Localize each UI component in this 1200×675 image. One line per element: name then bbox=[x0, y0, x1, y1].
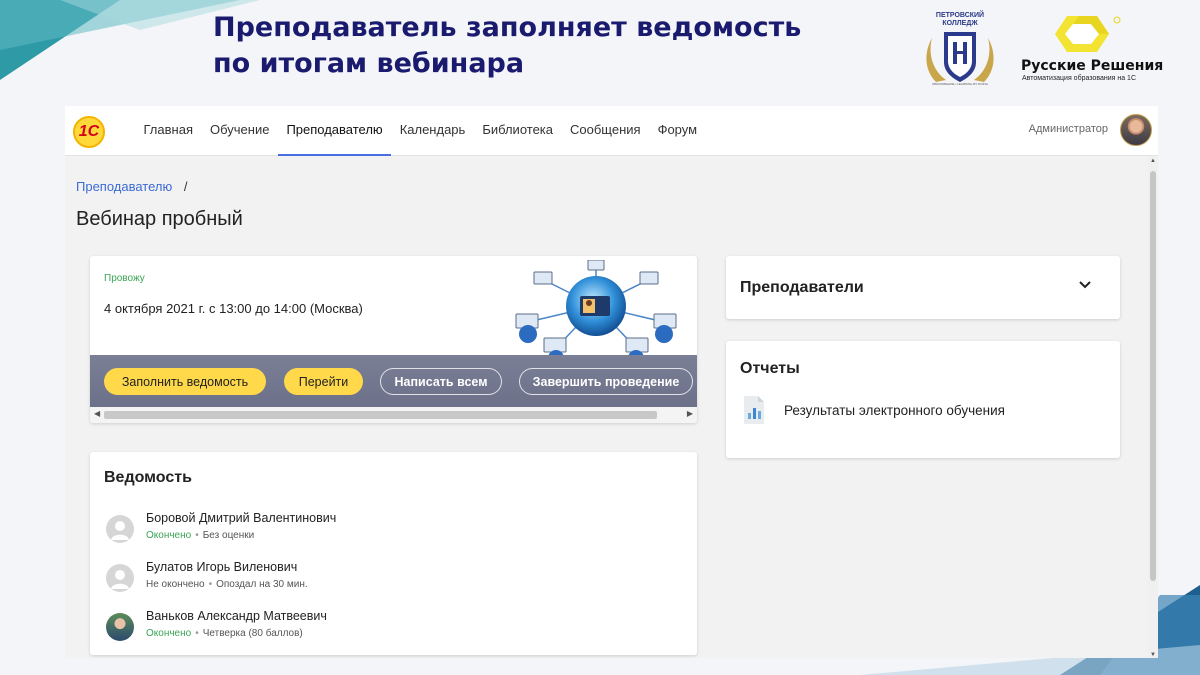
horizontal-scrollbar[interactable]: ◀ ▶ bbox=[90, 407, 697, 423]
event-status: Провожу bbox=[104, 273, 145, 284]
reports-title: Отчеты bbox=[740, 360, 800, 377]
top-navigation-bar: 1С Главная Обучение Преподавателю Календ… bbox=[65, 106, 1158, 156]
vertical-scrollbar[interactable]: ▲ ▼ bbox=[1148, 156, 1158, 658]
report-label: Результаты электронного обучения bbox=[784, 402, 1005, 418]
partner-logo: Русские Решения Автоматизация образовани… bbox=[1015, 12, 1165, 92]
slide-title-line-2: по итогам вебинара bbox=[213, 48, 525, 79]
nav-item-teacher[interactable]: Преподавателю bbox=[277, 106, 392, 156]
student-row[interactable]: Ваньков Александр Матвеевич Окончено • Чет… bbox=[106, 605, 666, 645]
fill-sheet-button[interactable]: Заполнить ведомость bbox=[104, 368, 266, 395]
college-motto: ОБРАЗОВАНИЕ • LEARNING BY DOING bbox=[932, 82, 988, 86]
nav-item-library[interactable]: Библиотека bbox=[474, 106, 562, 156]
app-window: 1С Главная Обучение Преподавателю Календ… bbox=[65, 106, 1158, 658]
avatar-placeholder-icon bbox=[106, 515, 134, 543]
scroll-down-icon[interactable]: ▼ bbox=[1148, 652, 1158, 658]
finish-event-button[interactable]: Завершить проведение bbox=[519, 368, 693, 395]
user-avatar[interactable] bbox=[1120, 114, 1152, 146]
partner-logo-icon bbox=[1055, 16, 1121, 52]
scroll-up-icon[interactable]: ▲ bbox=[1148, 158, 1158, 164]
breadcrumb: Преподавателю / bbox=[76, 179, 188, 194]
student-row[interactable]: Булатов Игорь Виленович Не окончено • Опоз… bbox=[106, 556, 666, 596]
scrollbar-thumb[interactable] bbox=[1150, 171, 1156, 581]
partner-tagline: Автоматизация образования на 1С bbox=[1022, 75, 1137, 82]
nav-item-home[interactable]: Главная bbox=[135, 106, 201, 156]
webinar-network-illustration bbox=[515, 260, 677, 368]
nav-item-learning[interactable]: Обучение bbox=[201, 106, 277, 156]
student-result: Опоздал на 30 мин. bbox=[216, 579, 308, 590]
grade-sheet-card: Ведомость Боровой Дмитрий Валентинович О… bbox=[90, 452, 697, 655]
horizontal-scrollbar-thumb[interactable] bbox=[104, 411, 657, 419]
student-name: Булатов Игорь Виленович bbox=[146, 560, 298, 574]
student-name: Боровой Дмитрий Валентинович bbox=[146, 511, 337, 525]
meta-separator: • bbox=[195, 628, 199, 639]
nav-item-forum[interactable]: Форум bbox=[649, 106, 706, 156]
breadcrumb-separator: / bbox=[183, 179, 188, 194]
student-status: Окончено bbox=[146, 530, 192, 541]
page-title: Вебинар пробный bbox=[76, 208, 243, 230]
slide-title: Преподаватель заполняет ведомость по ито… bbox=[213, 10, 801, 82]
event-datetime: 4 октября 2021 г. с 13:00 до 14:00 (Моск… bbox=[104, 301, 363, 316]
scroll-left-icon[interactable]: ◀ bbox=[94, 409, 100, 418]
student-meta: Окончено • Четверка (80 баллов) bbox=[146, 628, 303, 639]
reports-card: Отчеты Результаты электронного обучения bbox=[726, 341, 1120, 458]
report-chart-icon bbox=[744, 396, 764, 424]
meta-separator: • bbox=[208, 579, 213, 590]
student-name: Ваньков Александр Матвеевич bbox=[146, 609, 327, 623]
student-meta: Окончено • Без оценки bbox=[146, 530, 254, 541]
user-name[interactable]: Администратор bbox=[1029, 123, 1108, 135]
student-status: Не окончено bbox=[146, 579, 205, 590]
chevron-down-icon[interactable] bbox=[1078, 278, 1092, 292]
avatar-placeholder-icon bbox=[106, 564, 134, 592]
main-nav: Главная Обучение Преподавателю Календарь… bbox=[135, 106, 706, 156]
student-result: Без оценки bbox=[202, 530, 255, 541]
student-status: Окончено bbox=[146, 628, 192, 639]
slide-title-line-1: Преподаватель заполняет ведомость bbox=[213, 12, 802, 43]
avatar bbox=[106, 613, 134, 641]
nav-item-messages[interactable]: Сообщения bbox=[562, 106, 650, 156]
report-item-elearning-results[interactable]: Результаты электронного обучения bbox=[742, 396, 1005, 424]
college-name: ПЕТРОВСКИЙ КОЛЛЕДЖ bbox=[935, 12, 985, 27]
breadcrumb-link-teacher[interactable]: Преподавателю bbox=[76, 179, 172, 194]
teachers-card[interactable]: Преподаватели bbox=[726, 256, 1120, 319]
write-all-button[interactable]: Написать всем bbox=[380, 368, 502, 395]
grade-sheet-title: Ведомость bbox=[104, 469, 192, 486]
student-meta: Не окончено • Опоздал на 30 мин. bbox=[146, 579, 308, 590]
scroll-right-icon[interactable]: ▶ bbox=[687, 409, 693, 418]
event-card: Провожу 4 октября 2021 г. с 13:00 до 14:… bbox=[90, 256, 697, 423]
college-logo: ПЕТРОВСКИЙ КОЛЛЕДЖ ОБРАЗОВАНИЕ • LEARNIN… bbox=[922, 8, 998, 88]
1c-logo[interactable]: 1С bbox=[73, 116, 105, 148]
student-result: Четверка (80 баллов) bbox=[202, 628, 303, 639]
teachers-title: Преподаватели bbox=[740, 279, 864, 296]
student-row[interactable]: Боровой Дмитрий Валентинович Окончено • Бе… bbox=[106, 507, 666, 547]
event-action-bar: Заполнить ведомость Перейти Написать все… bbox=[90, 355, 697, 407]
meta-separator: • bbox=[195, 530, 199, 541]
partner-name: Русские Решения bbox=[1021, 58, 1164, 74]
go-button[interactable]: Перейти bbox=[284, 368, 363, 395]
nav-item-calendar[interactable]: Календарь bbox=[391, 106, 474, 156]
